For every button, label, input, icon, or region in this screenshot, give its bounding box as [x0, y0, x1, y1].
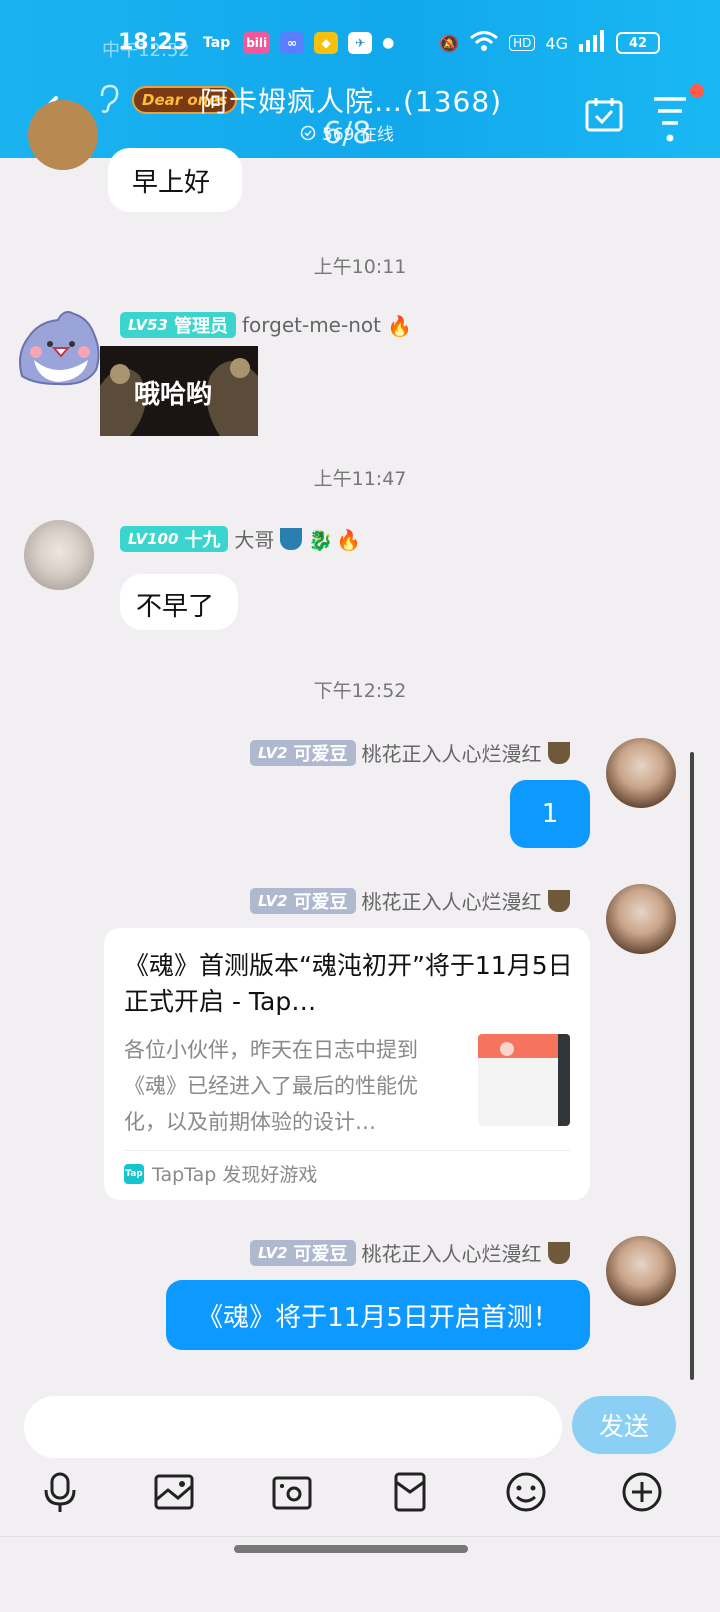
shield-badge-icon [547, 741, 570, 764]
avatar[interactable] [28, 100, 98, 170]
notification-dot [690, 84, 704, 98]
message-bubble: 不早了 [120, 574, 238, 630]
message-input[interactable] [24, 1396, 562, 1458]
taptap-icon: Tap [124, 1163, 144, 1184]
level-badge: LV100 十九 [120, 525, 229, 552]
home-indicator[interactable] [234, 1545, 468, 1553]
send-button[interactable]: 发送 [572, 1396, 676, 1454]
shield-badge-icon [547, 889, 570, 912]
battery-icon: 42 [616, 32, 660, 54]
sender-info: LV2 可爱豆 桃花正入人心烂漫红 [250, 886, 570, 915]
plane-notification-icon: ✈ [348, 32, 373, 54]
self-avatar[interactable] [606, 884, 676, 954]
page-indicator: 6/8 [323, 116, 372, 151]
card-divider [124, 1150, 570, 1151]
calendar-check-icon[interactable] [585, 96, 623, 132]
level-badge: LV53 管理员 [120, 312, 236, 338]
self-avatar[interactable] [606, 1236, 676, 1306]
wifi-icon [469, 30, 499, 56]
sticker-text: 哦哈哟 [134, 380, 213, 410]
fire-icon: 🔥 [386, 314, 412, 338]
emoji-icon[interactable] [504, 1470, 548, 1514]
check-circle-icon [300, 125, 316, 140]
avatar[interactable] [24, 520, 94, 590]
hd-icon: HD [509, 35, 536, 51]
time-separator: 上午11:47 [313, 468, 407, 490]
network-type: 4G [545, 33, 568, 53]
card-title: 《魂》首测版本“魂沌初开”将于11月5日正式开启 - Tap… [124, 951, 573, 1016]
sender-info: LV100 十九 大哥 🐉 🔥 [120, 524, 362, 553]
level-badge: LV2 可爱豆 [250, 887, 356, 914]
chat-header: 中午12:52 18:25 Tap bili ∞ ◆ ✈ ● 🔕 HD 4G 4… [0, 0, 720, 158]
sender-name[interactable]: 大哥 [234, 524, 274, 553]
shield-badge-icon [547, 1241, 570, 1264]
message-bubble-self: 1 [510, 780, 590, 848]
sticker-image[interactable]: 哦哈哟 [100, 346, 258, 436]
sender-name[interactable]: 桃花正入人心烂漫红 [362, 1238, 542, 1267]
camera-icon[interactable] [270, 1470, 314, 1514]
shield-badge-icon [280, 527, 303, 550]
sender-name[interactable]: 桃花正入人心烂漫红 [362, 738, 542, 767]
status-bar: 中午12:52 18:25 Tap bili ∞ ◆ ✈ ● 🔕 HD 4G 4… [0, 30, 720, 61]
dot-icon: ● [382, 35, 395, 51]
input-area: 发送 [0, 1382, 720, 1612]
sender-name[interactable]: forget-me-not [242, 313, 381, 337]
input-toolbar [0, 1470, 720, 1526]
sender-info: LV2 可爱豆 桃花正入人心烂漫红 [250, 1238, 570, 1267]
message-bubble-self: 《魂》将于11月5日开启首测！ [166, 1280, 590, 1350]
mute-icon: 🔕 [439, 33, 460, 53]
diamond-notification-icon: ◆ [314, 32, 339, 54]
link-card[interactable]: 《魂》首测版本“魂沌初开”将于11月5日正式开启 - Tap… 各位小伙伴，昨天… [104, 928, 590, 1200]
taptap-notification-icon: Tap [203, 35, 231, 51]
fire-icon: 🔥 [336, 527, 362, 552]
red-packet-icon[interactable] [388, 1470, 432, 1514]
level-badge: LV2 可爱豆 [250, 1239, 356, 1266]
self-avatar[interactable] [606, 738, 676, 808]
dragon-icon: 🐉 [308, 527, 334, 552]
system-status-icons: 🔕 HD 4G 42 [439, 30, 660, 56]
sender-info: LV2 可爱豆 桃花正入人心烂漫红 [250, 738, 570, 767]
level-badge: LV2 可爱豆 [250, 739, 356, 766]
signal-icon [578, 30, 606, 56]
image-icon[interactable] [152, 1470, 196, 1514]
clock: 18:25 [118, 30, 189, 55]
scrollbar[interactable] [690, 752, 694, 1380]
divider [0, 1536, 720, 1537]
card-description: 各位小伙伴，昨天在日志中提到《魂》已经进入了最后的性能优化，以及前期体验的设计… [124, 1038, 418, 1134]
card-source: Tap TapTap 发现好游戏 [124, 1160, 317, 1187]
bilibili-notification-icon: bili [243, 32, 271, 54]
sender-info: LV53 管理员 forget-me-not 🔥 [120, 312, 412, 338]
time-separator: 上午10:11 [313, 256, 407, 278]
group-title[interactable]: 阿卡姆疯人院…(1368) [200, 80, 502, 120]
message-bubble: 早上好 [108, 148, 242, 212]
microphone-icon[interactable] [38, 1470, 82, 1514]
card-source-text: TapTap 发现好游戏 [152, 1164, 318, 1186]
plus-icon[interactable] [620, 1470, 664, 1514]
infinity-notification-icon: ∞ [280, 32, 305, 54]
sender-name[interactable]: 桃花正入人心烂漫红 [362, 886, 542, 915]
shark-avatar[interactable] [14, 304, 102, 388]
card-thumbnail [478, 1034, 570, 1126]
menu-icon[interactable] [652, 94, 688, 144]
earpiece-mode-icon[interactable] [96, 84, 120, 114]
notification-icons: Tap bili ∞ ◆ ✈ ● [200, 32, 394, 54]
time-separator: 下午12:52 [313, 680, 407, 702]
